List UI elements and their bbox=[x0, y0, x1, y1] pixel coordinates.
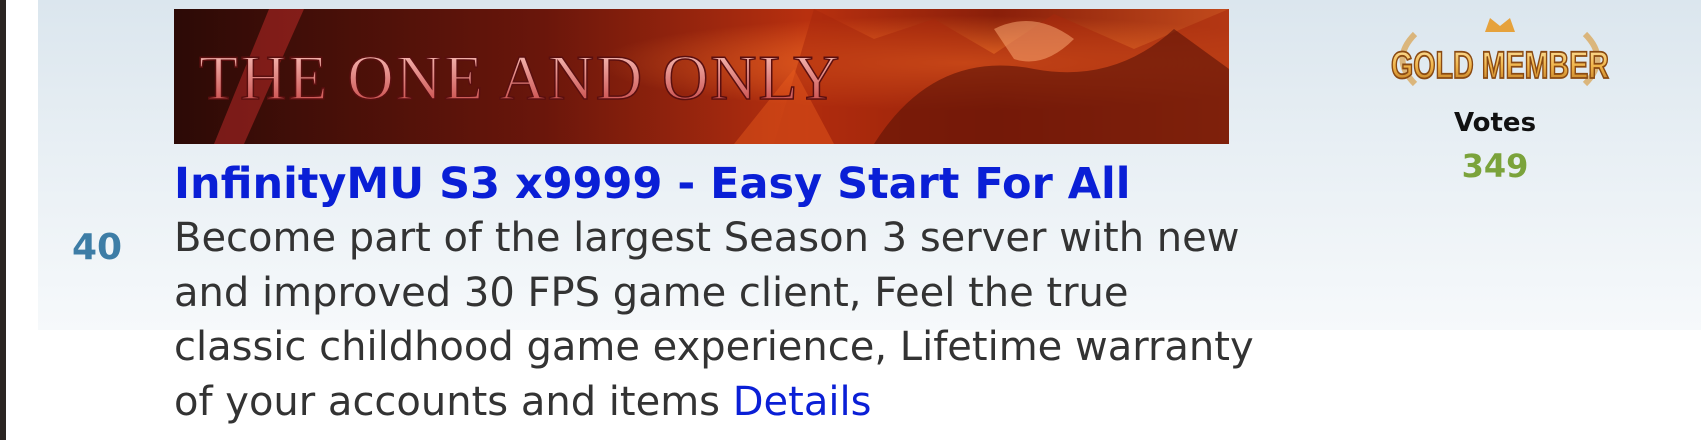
banner-text: THE ONE AND ONLY bbox=[199, 42, 841, 113]
left-border bbox=[0, 0, 6, 440]
description-text: Become part of the largest Season 3 serv… bbox=[174, 215, 1254, 425]
gold-member-badge: GOLD MEMBER bbox=[1375, 14, 1625, 109]
votes-count: 349 bbox=[1461, 147, 1529, 185]
crown-icon bbox=[1485, 18, 1515, 32]
details-link[interactable]: Details bbox=[733, 379, 872, 425]
server-title-link[interactable]: InfinityMU S3 x9999 - Easy Start For All bbox=[174, 158, 1274, 210]
rank-number: 40 bbox=[72, 227, 123, 268]
badge-text: GOLD MEMBER bbox=[1391, 45, 1609, 87]
server-banner[interactable]: THE ONE AND ONLY bbox=[174, 9, 1229, 144]
votes-label: Votes bbox=[1453, 108, 1537, 138]
server-description: Become part of the largest Season 3 serv… bbox=[174, 211, 1254, 429]
